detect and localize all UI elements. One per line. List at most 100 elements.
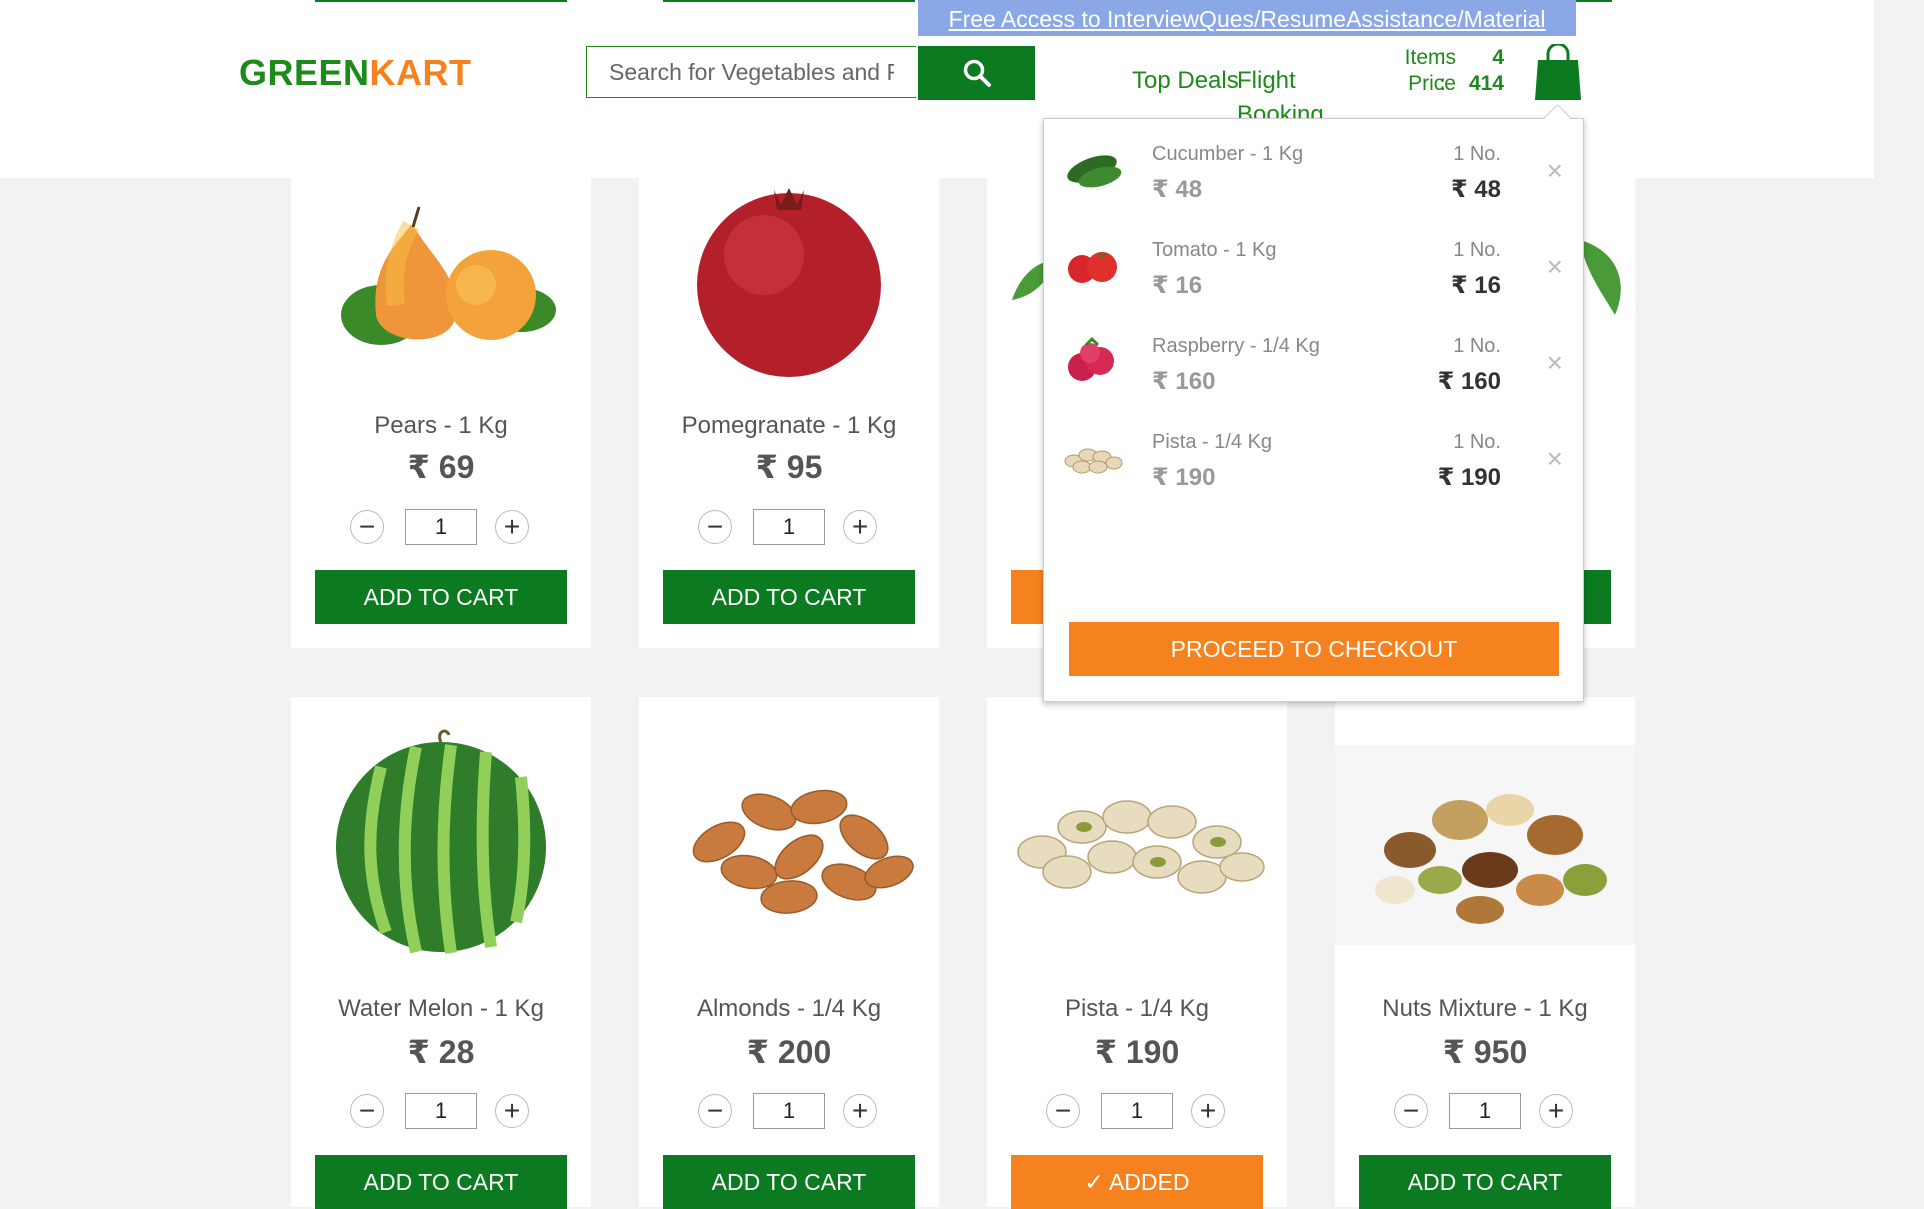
product-name: Pears - 1 Kg [374,412,508,439]
cart-item-amount: ₹ 16 [1450,272,1501,299]
cart-item: Raspberry - 1/4 Kg ₹ 160 1 No. ₹ 160 × [1044,321,1583,411]
product-image [1335,745,1635,945]
pears-image [341,206,556,345]
pomegranate-image [697,188,881,377]
remove-item-button[interactable]: × [1547,443,1563,475]
add-to-cart-button[interactable]: ADD TO CART [663,570,915,624]
added-button[interactable]: ✓ ADDED [1011,1155,1263,1209]
product-image [639,170,939,380]
product-price: ₹ 950 [1442,1034,1528,1070]
decrement-button[interactable]: − [350,1094,384,1128]
cart-item-quantity: 1 No. [1453,143,1501,165]
cart-item-price: ₹ 16 [1152,272,1203,299]
add-to-cart-button[interactable]: ADD TO CART [663,1155,915,1209]
decrement-button[interactable]: − [1046,1094,1080,1128]
product-price: ₹ 190 [1094,1034,1180,1070]
proceed-to-checkout-button[interactable]: PROCEED TO CHECKOUT [1069,622,1559,676]
cart-item-quantity: 1 No. [1453,239,1501,261]
cart-preview: Cucumber - 1 Kg ₹ 48 1 No. ₹ 48 × Tomato… [1043,118,1584,702]
cart-item-name: Pista - 1/4 Kg [1152,431,1273,453]
decrement-button[interactable]: − [698,1094,732,1128]
decrement-button[interactable]: − [350,510,384,544]
cart-item-amount: ₹ 160 [1437,368,1501,395]
almonds-image [692,789,914,914]
product-price: ₹ 95 [755,449,823,485]
cart-item-quantity: 1 No. [1453,335,1501,357]
cart-item-name: Tomato - 1 Kg [1152,239,1277,261]
product-name: Pista - 1/4 Kg [1064,995,1210,1022]
remove-item-button[interactable]: × [1547,347,1563,379]
remove-item-button[interactable]: × [1547,155,1563,187]
increment-button[interactable]: + [843,510,877,544]
product-name: Pomegranate - 1 Kg [681,412,897,439]
increment-button[interactable]: + [495,510,529,544]
search-icon [963,59,991,87]
top-strip [663,0,915,2]
tomato-thumbnail [1068,252,1117,283]
cart-item-name: Cucumber - 1 Kg [1152,143,1304,165]
quantity-input[interactable] [405,1093,477,1129]
quantity-input[interactable] [753,509,825,545]
increment-button[interactable]: + [1191,1094,1225,1128]
quantity-input[interactable] [753,1093,825,1129]
increment-button[interactable]: + [1539,1094,1573,1128]
decrement-button[interactable]: − [1394,1094,1428,1128]
product-card: Pista - 1/4 Kg ₹ 190 − + ✓ ADDED [987,697,1287,1209]
product-card: Water Melon - 1 Kg ₹ 28 − + ADD TO CART [291,697,591,1209]
product-card: Pomegranate - 1 Kg ₹ 95 − + ADD TO CART [639,150,939,648]
cucumber-thumbnail [1067,155,1122,188]
price-label: Price [1408,72,1456,95]
cart-icon[interactable] [1534,44,1582,102]
leafy-vegetable-image [1580,240,1621,315]
logo-green: GREEN [239,52,370,93]
product-card: Nuts Mixture - 1 Kg ₹ 950 − + ADD TO CAR… [1335,697,1635,1209]
product-image [639,737,939,937]
raspberry-thumbnail [1068,336,1114,381]
cart-item-price: ₹ 160 [1152,368,1216,395]
items-count: 4 [1492,46,1504,69]
increment-button[interactable]: + [843,1094,877,1128]
quantity-input[interactable] [405,509,477,545]
cart-item-amount: ₹ 48 [1450,176,1501,203]
add-to-cart-button[interactable]: ADD TO CART [315,570,567,624]
product-image [291,717,591,957]
add-to-cart-button[interactable]: ADD TO CART [1359,1155,1611,1209]
colon: : [1440,46,1446,69]
increment-button[interactable]: + [495,1094,529,1128]
cart-item-quantity: 1 No. [1453,431,1501,453]
logo[interactable]: GREENKART [239,52,472,94]
nav-top-deals[interactable]: Top Deals [1132,64,1242,98]
quantity-input[interactable] [1101,1093,1173,1129]
decrement-button[interactable]: − [698,510,732,544]
pista-thumbnail [1064,448,1123,474]
cart-item: Pista - 1/4 Kg ₹ 190 1 No. ₹ 190 × [1044,417,1583,507]
product-price: ₹ 200 [746,1034,832,1070]
cart-item: Cucumber - 1 Kg ₹ 48 1 No. ₹ 48 × [1044,129,1583,219]
product-price: ₹ 28 [407,1034,475,1070]
header: Free Access to InterviewQues/ResumeAssis… [0,0,1874,178]
promo-link[interactable]: Free Access to InterviewQues/ResumeAssis… [918,0,1576,36]
product-image [291,180,591,370]
product-name: Almonds - 1/4 Kg [696,995,882,1022]
search-input[interactable] [586,46,916,98]
cart-item-amount: ₹ 190 [1437,464,1501,491]
product-card: Almonds - 1/4 Kg ₹ 200 − + ADD TO CART [639,697,939,1209]
price-total: 414 [1468,72,1504,95]
nuts-mixture-image [1375,794,1607,924]
product-card: Pears - 1 Kg ₹ 69 − + ADD TO CART [291,150,591,648]
cart-item-price: ₹ 190 [1152,464,1216,491]
cart-summary: Items : 4 Price : 414 [1364,46,1504,98]
remove-item-button[interactable]: × [1547,251,1563,283]
cart-item-price: ₹ 48 [1152,176,1203,203]
pista-image [1017,800,1265,894]
items-label: Items [1404,46,1456,69]
search-button[interactable] [918,46,1035,100]
quantity-input[interactable] [1449,1093,1521,1129]
add-to-cart-button[interactable]: ADD TO CART [315,1155,567,1209]
product-name: Water Melon - 1 Kg [338,995,544,1022]
product-name: Nuts Mixture - 1 Kg [1382,995,1588,1022]
product-image [987,747,1287,927]
watermelon-image [336,729,546,954]
cart-item: Tomato - 1 Kg ₹ 16 1 No. ₹ 16 × [1044,225,1583,315]
cart-item-name: Raspberry - 1/4 Kg [1152,335,1320,357]
